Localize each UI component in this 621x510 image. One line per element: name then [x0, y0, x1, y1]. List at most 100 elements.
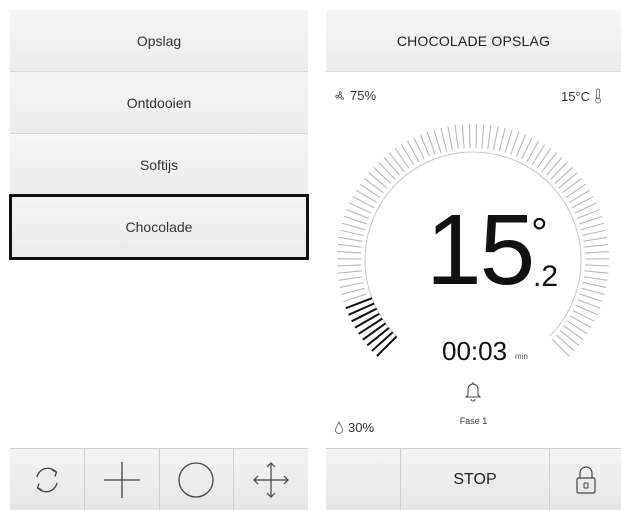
- refresh-button[interactable]: [10, 449, 85, 510]
- dial-tick: [337, 264, 362, 267]
- circle-icon: [178, 461, 215, 498]
- dial-tick: [400, 144, 415, 166]
- dial-tick: [337, 251, 362, 254]
- menu-item-label: Chocolade: [125, 219, 193, 235]
- timer-unit: min: [515, 352, 528, 361]
- dial-tick: [568, 189, 591, 204]
- dial-tick-active: [351, 307, 378, 323]
- dial-tick: [475, 124, 478, 149]
- dial-tick: [440, 127, 448, 152]
- empty-toolbar-slot: [326, 449, 400, 510]
- dial-tick: [338, 276, 363, 281]
- dial-tick-active: [358, 317, 383, 335]
- fan-speed-value: 75%: [350, 88, 377, 103]
- dial-tick: [355, 189, 378, 204]
- humidity-readout: 30%: [334, 420, 374, 435]
- dial-tick: [582, 229, 606, 237]
- move-icon: [253, 461, 289, 498]
- dial-tick-active: [354, 312, 380, 329]
- dial-tick: [341, 287, 365, 295]
- dial-tick: [555, 334, 575, 352]
- lock-icon: [575, 466, 596, 494]
- dial-tick: [340, 229, 364, 237]
- menu-item-opslag[interactable]: Opslag: [10, 10, 308, 72]
- dial-tick: [339, 282, 364, 288]
- right-toolbar: STOP: [326, 448, 621, 510]
- dial-tick: [454, 125, 459, 150]
- dial-tick: [562, 177, 583, 194]
- dial-tick-active: [366, 327, 390, 347]
- dial-tick: [498, 127, 506, 152]
- dial-tick: [584, 264, 609, 267]
- dial-tick: [584, 243, 609, 248]
- dial-tick: [541, 152, 558, 172]
- stop-button[interactable]: STOP: [401, 449, 549, 510]
- dial-tick: [343, 293, 367, 302]
- dial-tick: [551, 338, 570, 357]
- humidity-value: 30%: [348, 420, 375, 435]
- dial-tick: [344, 215, 368, 225]
- fan-speed-readout: 75%: [334, 88, 376, 103]
- dial-tick: [383, 156, 401, 176]
- dial-tick-active: [362, 322, 387, 341]
- dial-tick: [447, 126, 453, 151]
- degree-symbol: °: [531, 209, 548, 256]
- dial-tick: [578, 215, 602, 225]
- dial-tick: [582, 282, 607, 288]
- dial-tick: [337, 243, 362, 248]
- dial-tick-active: [371, 331, 394, 352]
- plus-icon: [103, 461, 140, 498]
- dial-tick: [433, 129, 442, 153]
- menu-item-chocolade[interactable]: Chocolade: [9, 194, 309, 260]
- droplet-icon: [335, 421, 343, 434]
- dial-tick: [337, 270, 362, 274]
- lock-button[interactable]: [550, 449, 621, 510]
- menu-item-label: Ontdooien: [126, 94, 192, 111]
- menu-item-softijs[interactable]: Softijs: [10, 134, 308, 196]
- dial-tick: [579, 293, 603, 302]
- menu-item-ontdooien[interactable]: Ontdooien: [10, 72, 308, 134]
- temperature-decimal: .2: [533, 260, 559, 293]
- dial-tick: [487, 125, 492, 150]
- circle-button[interactable]: [160, 449, 235, 510]
- dial-tick: [493, 126, 499, 151]
- menu-item-label: Softijs: [139, 156, 179, 173]
- program-title: CHOCOLADE OPSLAG: [396, 32, 551, 49]
- dial-tick: [584, 270, 609, 274]
- dial-tick: [566, 320, 588, 335]
- dial-tick: [338, 236, 363, 242]
- dial-tick: [563, 325, 584, 341]
- dial-tick: [536, 148, 552, 169]
- dial-tick: [461, 124, 465, 149]
- dial-tick: [481, 124, 485, 149]
- dial-tick: [341, 222, 366, 231]
- fan-icon: [335, 90, 344, 100]
- dial-tick: [580, 222, 605, 231]
- dial-tick: [388, 152, 405, 172]
- program-detail-panel: CHOCOLADE OPSLAG 75% 15°C 15 ° .2 00:03 …: [326, 0, 621, 510]
- dial-tick: [373, 166, 392, 185]
- move-button[interactable]: [234, 449, 308, 510]
- dial-tick: [545, 156, 563, 176]
- dial-tick: [504, 129, 513, 153]
- dial-tick: [426, 131, 436, 155]
- dial-tick: [510, 131, 520, 155]
- dial-tick: [531, 144, 546, 166]
- current-temperature: 15: [426, 194, 535, 306]
- dial-tick: [583, 236, 608, 242]
- dial-tick: [394, 148, 410, 169]
- dial-tick: [363, 177, 384, 194]
- add-button[interactable]: [85, 449, 160, 510]
- dial-tick: [577, 299, 601, 309]
- thermometer-icon: [594, 88, 602, 104]
- dial-tick: [378, 161, 396, 180]
- dial-tick: [581, 287, 605, 295]
- dial-tick: [559, 329, 580, 346]
- program-menu-panel: Opslag Ontdooien Softijs Chocolade: [0, 0, 316, 510]
- left-toolbar: [10, 448, 308, 510]
- timer-readout: 00:03: [442, 336, 508, 366]
- program-title-bar: CHOCOLADE OPSLAG: [326, 10, 621, 72]
- dial-tick: [368, 172, 388, 189]
- dial-tick: [583, 276, 608, 281]
- dial-tick: [550, 161, 568, 180]
